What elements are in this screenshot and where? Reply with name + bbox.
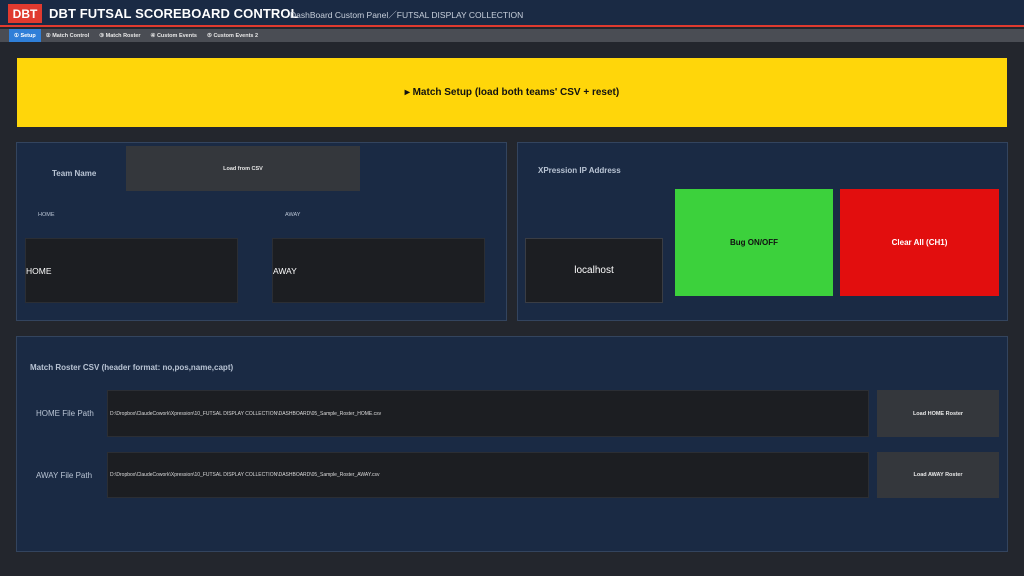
- tab-bar: ① Setup ② Match Control ③ Match Roster ④…: [0, 29, 1024, 42]
- away-team-name-field[interactable]: AWAY: [272, 238, 485, 303]
- match-setup-button[interactable]: ▸ Match Setup (load both teams' CSV + re…: [17, 58, 1007, 127]
- away-file-path-input[interactable]: D:\Dropbox\ClaudeCowork\Xpression\10_FUT…: [107, 452, 869, 498]
- load-away-roster-button[interactable]: Load AWAY Roster: [877, 452, 999, 498]
- tab-match-roster[interactable]: ③ Match Roster: [94, 29, 145, 42]
- app-subtitle: DashBoard Custom Panel／FUTSAL DISPLAY CO…: [290, 10, 524, 20]
- app-title: DBT FUTSAL SCOREBOARD CONTROL: [49, 6, 299, 21]
- load-from-csv-button[interactable]: Load from CSV: [126, 146, 360, 191]
- away-label: AWAY: [285, 212, 301, 218]
- load-home-roster-button[interactable]: Load HOME Roster: [877, 390, 999, 437]
- xpression-ip-label: XPression IP Address: [538, 166, 621, 175]
- xpression-ip-field[interactable]: localhost: [525, 238, 663, 303]
- app-header: DBT DBT FUTSAL SCOREBOARD CONTROL DashBo…: [0, 0, 1024, 27]
- roster-panel-title: Match Roster CSV (header format: no,pos,…: [30, 363, 234, 372]
- home-file-path-label: HOME File Path: [36, 409, 94, 418]
- home-team-name-field[interactable]: HOME: [25, 238, 238, 303]
- tab-custom-events[interactable]: ④ Custom Events: [146, 29, 203, 42]
- tab-setup[interactable]: ① Setup: [9, 29, 41, 42]
- tab-match-control[interactable]: ② Match Control: [41, 29, 94, 42]
- home-file-path-input[interactable]: D:\Dropbox\ClaudeCowork\Xpression\10_FUT…: [107, 390, 869, 437]
- team-name-label: Team Name: [52, 169, 97, 178]
- home-label: HOME: [38, 212, 55, 218]
- away-file-path-label: AWAY File Path: [36, 471, 93, 480]
- clear-all-button[interactable]: Clear All (CH1): [840, 189, 999, 296]
- bug-toggle-button[interactable]: Bug ON/OFF: [675, 189, 833, 296]
- tab-custom-events-2[interactable]: ⑤ Custom Events 2: [202, 29, 263, 42]
- dbt-logo: DBT: [8, 4, 42, 23]
